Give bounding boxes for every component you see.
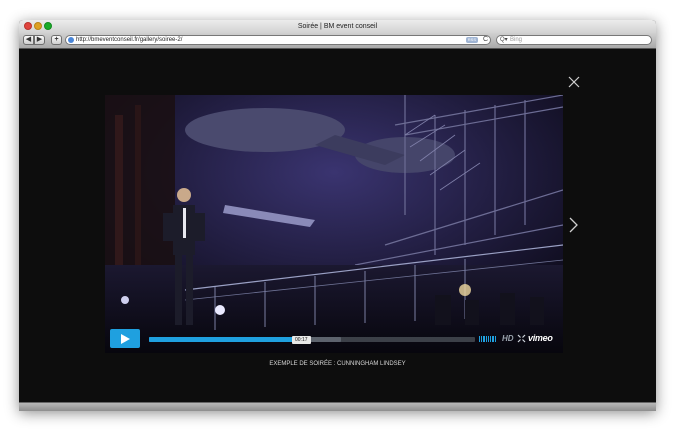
url-text[interactable]: http://bmeventconseil.fr/gallery/soiree-… bbox=[76, 36, 182, 44]
volume-bar bbox=[495, 336, 497, 342]
search-icon: Q▾ bbox=[500, 37, 508, 43]
fullscreen-icon[interactable] bbox=[517, 334, 526, 343]
window-title: Soirée | BM event conseil bbox=[297, 23, 378, 30]
window-bottom-bar bbox=[19, 402, 656, 411]
video-player[interactable]: 00:17 HD vimeo bbox=[105, 95, 563, 353]
timeline-progress bbox=[149, 337, 303, 342]
rss-button[interactable]: RSS bbox=[465, 37, 478, 43]
globe-icon bbox=[68, 37, 74, 43]
vimeo-logo[interactable]: vimeo bbox=[528, 332, 553, 344]
reload-button[interactable]: C bbox=[483, 36, 488, 44]
browser-toolbar: ◀ ▶ + http://bmeventconseil.fr/gallery/s… bbox=[19, 33, 656, 49]
close-icon[interactable] bbox=[567, 75, 581, 89]
chevron-right-icon[interactable] bbox=[567, 216, 579, 234]
title-bar: Soirée | BM event conseil bbox=[19, 20, 656, 33]
search-placeholder: Bing bbox=[510, 37, 523, 43]
search-field[interactable]: Q▾ Bing bbox=[496, 35, 652, 45]
play-button[interactable] bbox=[110, 329, 140, 348]
lightbox-overlay: 00:17 HD vimeo EXEMPLE DE SOIRÉE : CUNNI… bbox=[19, 49, 656, 410]
player-controls: 00:17 HD vimeo bbox=[105, 327, 563, 353]
timeline[interactable]: 00:17 bbox=[149, 336, 475, 344]
video-frame bbox=[105, 95, 563, 353]
play-icon bbox=[121, 334, 130, 344]
address-bar[interactable]: http://bmeventconseil.fr/gallery/soiree-… bbox=[65, 35, 491, 45]
forward-button[interactable]: ▶ bbox=[34, 35, 45, 45]
video-caption: EXEMPLE DE SOIRÉE : CUNNINGHAM LINDSEY bbox=[269, 361, 406, 367]
volume-control[interactable] bbox=[479, 336, 497, 342]
back-button[interactable]: ◀ bbox=[23, 35, 34, 45]
hd-button[interactable]: HD bbox=[502, 333, 514, 345]
browser-window: Soirée | BM event conseil ◀ ▶ + http://b… bbox=[19, 20, 656, 410]
timecode: 00:17 bbox=[292, 336, 311, 344]
add-bookmark-button[interactable]: + bbox=[51, 35, 62, 45]
